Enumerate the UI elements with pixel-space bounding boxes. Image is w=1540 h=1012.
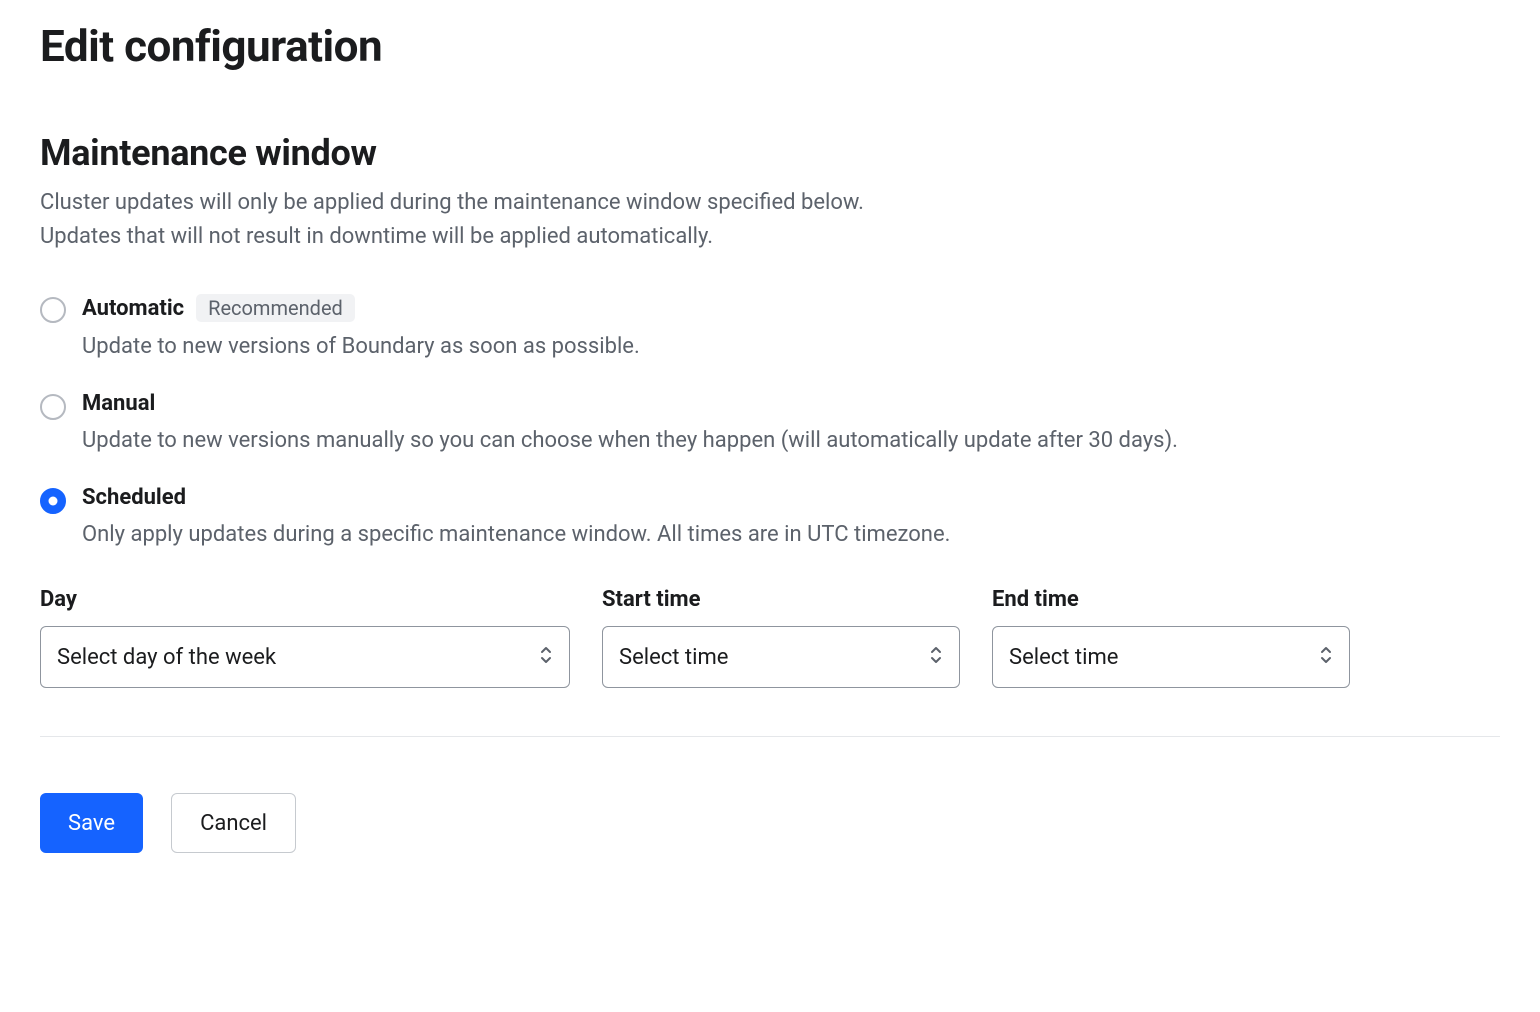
day-select[interactable]: Select day of the week: [40, 626, 570, 688]
day-field: Day Select day of the week: [40, 587, 570, 688]
day-label: Day: [40, 587, 570, 612]
section-description-line2: Updates that will not result in downtime…: [40, 224, 713, 249]
end-time-label: End time: [992, 587, 1350, 612]
start-time-label: Start time: [602, 587, 960, 612]
start-time-select[interactable]: Select time: [602, 626, 960, 688]
radio-description-scheduled: Only apply updates during a specific mai…: [82, 518, 1500, 551]
save-button[interactable]: Save: [40, 793, 143, 853]
cancel-button[interactable]: Cancel: [171, 793, 296, 853]
radio-button-automatic[interactable]: [40, 297, 66, 323]
radio-label-manual: Manual: [82, 391, 155, 416]
end-time-select[interactable]: Select time: [992, 626, 1350, 688]
radio-button-manual[interactable]: [40, 394, 66, 420]
section-title: Maintenance window: [40, 132, 1500, 174]
schedule-fields: Day Select day of the week Start time Se…: [40, 587, 1500, 688]
maintenance-mode-radio-group: Automatic Recommended Update to new vers…: [40, 294, 1500, 551]
section-description-line1: Cluster updates will only be applied dur…: [40, 190, 864, 215]
radio-option-scheduled[interactable]: Scheduled Only apply updates during a sp…: [40, 485, 1500, 551]
section-description: Cluster updates will only be applied dur…: [40, 186, 1500, 254]
form-actions: Save Cancel: [40, 793, 1500, 853]
radio-label-scheduled: Scheduled: [82, 485, 186, 510]
radio-option-automatic[interactable]: Automatic Recommended Update to new vers…: [40, 294, 1500, 363]
page-title: Edit configuration: [40, 20, 1500, 72]
recommended-badge: Recommended: [196, 294, 355, 322]
radio-description-automatic: Update to new versions of Boundary as so…: [82, 330, 1500, 363]
radio-option-manual[interactable]: Manual Update to new versions manually s…: [40, 391, 1500, 457]
start-time-field: Start time Select time: [602, 587, 960, 688]
radio-description-manual: Update to new versions manually so you c…: [82, 424, 1500, 457]
end-time-field: End time Select time: [992, 587, 1350, 688]
divider: [40, 736, 1500, 737]
radio-button-scheduled[interactable]: [40, 488, 66, 514]
radio-label-automatic: Automatic: [82, 296, 184, 321]
